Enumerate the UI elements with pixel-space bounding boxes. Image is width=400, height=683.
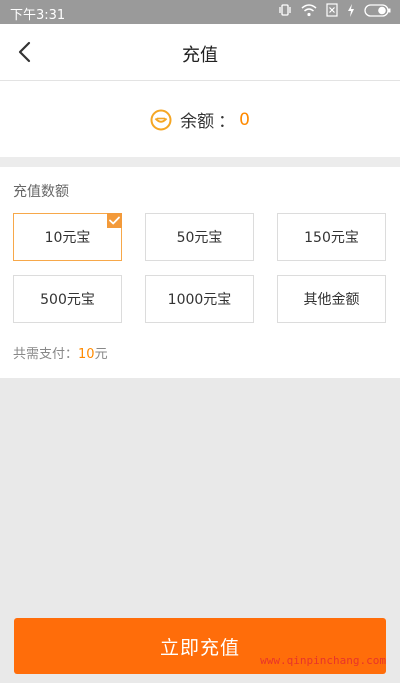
charging-icon (348, 3, 354, 17)
status-icons (278, 3, 392, 17)
balance-separator: ： (218, 112, 236, 132)
balance-section: 余额 ： 0 (0, 81, 400, 157)
recharge-option-label: 150元宝 (304, 230, 359, 246)
recharge-option-label: 500元宝 (40, 292, 95, 308)
recharge-option-label: 10元宝 (44, 230, 91, 246)
watermark: www.qinpinchang.com (260, 654, 386, 667)
recharge-section: 充值数额 10元宝 50元宝 150元宝 500元宝 1000元宝 其他金额 共… (0, 167, 400, 378)
selected-check-badge (107, 213, 122, 228)
page-title: 充值 (182, 45, 218, 66)
checkmark-icon (109, 216, 120, 225)
recharge-option-150[interactable]: 150元宝 (277, 213, 386, 261)
vibrate-icon (279, 4, 291, 16)
total-label: 共需支付： (13, 347, 79, 362)
status-time: 下午3:31 (10, 8, 66, 23)
total-payment-row: 共需支付：10元 (13, 343, 108, 362)
recharge-option-other[interactable]: 其他金额 (277, 275, 386, 323)
recharge-option-label: 1000元宝 (167, 292, 232, 308)
total-amount: 10 (78, 347, 95, 362)
balance-label: 余额 (180, 112, 215, 132)
balance-row: 余额 ： 0 (0, 107, 400, 132)
nav-bar: 充值 (0, 24, 400, 81)
battery-icon (364, 3, 391, 17)
section-divider (0, 157, 400, 167)
sim-icon (326, 3, 338, 17)
coin-icon (150, 109, 172, 130)
recharge-option-label: 其他金额 (303, 292, 360, 308)
recharge-option-label: 50元宝 (176, 230, 223, 246)
status-bar: 下午3:31 (0, 0, 400, 24)
recharge-option-500[interactable]: 500元宝 (13, 275, 122, 323)
recharge-option-50[interactable]: 50元宝 (145, 213, 254, 261)
recharge-option-10[interactable]: 10元宝 (13, 213, 122, 261)
wifi-icon (301, 3, 317, 16)
recharge-amount-label: 充值数额 (13, 184, 69, 200)
recharge-option-1000[interactable]: 1000元宝 (145, 275, 254, 323)
balance-value: 0 (239, 109, 250, 130)
total-unit: 元 (94, 347, 108, 362)
